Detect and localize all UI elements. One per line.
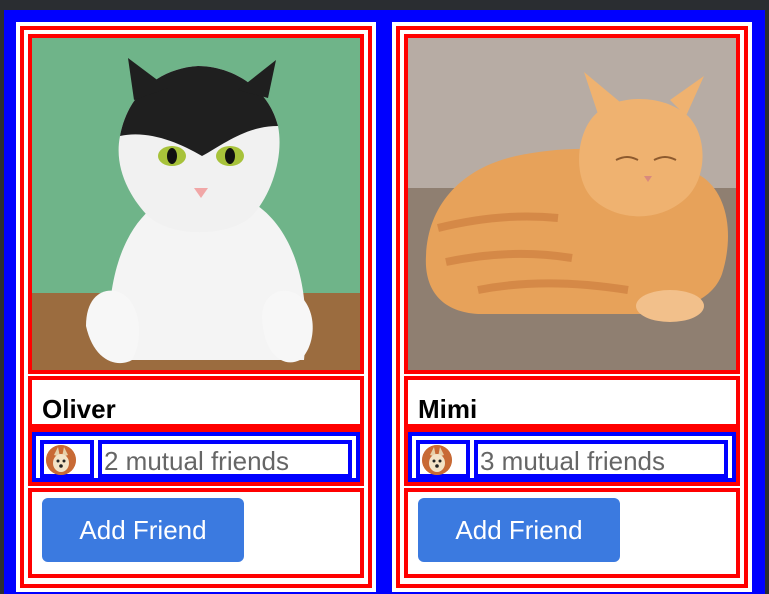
avatar-box: [40, 440, 94, 478]
mutual-friends-count: 3 mutual friends: [480, 446, 665, 476]
card-frame: Mimi 3 mutual friends Add Friend: [396, 26, 748, 588]
cat-photo: [404, 34, 740, 374]
name-box: Oliver: [28, 376, 364, 428]
friend-name: Oliver: [42, 394, 116, 424]
mutual-friends-row: 3 mutual friends: [404, 428, 740, 486]
friend-name: Mimi: [418, 394, 478, 424]
friend-card-oliver: Oliver 2 mutual friends Add Friend: [16, 22, 376, 592]
mutual-friends-count: 2 mutual friends: [104, 446, 289, 476]
mutual-friends-row: 2 mutual friends: [28, 428, 364, 486]
dog-avatar-icon: [422, 445, 452, 475]
card-frame: Oliver 2 mutual friends Add Friend: [20, 26, 372, 588]
name-box: Mimi: [404, 376, 740, 428]
cat-photo-mimi-image: [408, 38, 736, 370]
avatar: [422, 445, 452, 475]
dog-avatar-icon: [46, 445, 76, 475]
avatar-box: [416, 440, 470, 478]
add-friend-button[interactable]: Add Friend: [418, 498, 620, 562]
mutual-friends-text-box: 3 mutual friends: [474, 440, 728, 478]
actions-box: Add Friend: [404, 488, 740, 578]
cat-photo-oliver-image: [32, 38, 360, 370]
top-bar: [0, 0, 769, 10]
friend-cards-page: Oliver 2 mutual friends Add Friend Mimi …: [0, 0, 769, 594]
add-friend-button[interactable]: Add Friend: [42, 498, 244, 562]
mutual-friends-inner: 2 mutual friends: [32, 432, 360, 482]
mutual-friends-text-box: 2 mutual friends: [98, 440, 352, 478]
avatar: [46, 445, 76, 475]
card-grid: Oliver 2 mutual friends Add Friend Mimi …: [4, 10, 765, 594]
mutual-friends-inner: 3 mutual friends: [408, 432, 736, 482]
friend-card-mimi: Mimi 3 mutual friends Add Friend: [392, 22, 752, 592]
cat-photo: [28, 34, 364, 374]
actions-box: Add Friend: [28, 488, 364, 578]
